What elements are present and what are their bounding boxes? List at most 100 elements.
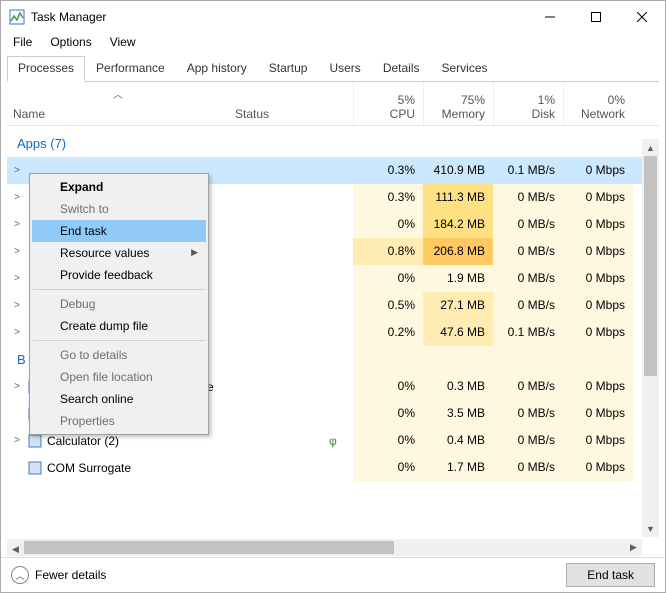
window-controls xyxy=(527,1,665,32)
ctx-resource-values[interactable]: Resource values▶ xyxy=(32,242,206,264)
process-name: COM Surrogate xyxy=(47,461,131,475)
metric-cell: 0 Mbps xyxy=(563,454,633,481)
col-disk-header[interactable]: 1%Disk xyxy=(493,82,563,125)
expand-icon[interactable]: > xyxy=(11,327,23,338)
horizontal-scrollbar[interactable]: ◀ ▶ xyxy=(7,539,642,556)
metric-cell: 0.2% xyxy=(353,319,423,346)
scroll-left-icon[interactable]: ◀ xyxy=(7,541,24,558)
ctx-switch-to: Switch to xyxy=(32,198,206,220)
scroll-up-icon[interactable]: ▲ xyxy=(642,139,659,156)
metric-cell: 0% xyxy=(353,400,423,427)
title-bar: Task Manager xyxy=(1,1,665,32)
metric-cell: 0% xyxy=(353,373,423,400)
tab-processes[interactable]: Processes xyxy=(7,56,85,82)
tab-services[interactable]: Services xyxy=(431,56,499,81)
tab-details[interactable]: Details xyxy=(372,56,431,81)
expand-icon[interactable]: > xyxy=(11,435,23,446)
metric-cell: 0.3% xyxy=(353,157,423,184)
tab-app-history[interactable]: App history xyxy=(176,56,258,81)
ctx-end-task[interactable]: End task xyxy=(32,220,206,242)
metric-cell: 1.7 MB xyxy=(423,454,493,481)
col-network-header[interactable]: 0%Network xyxy=(563,82,633,125)
bottom-bar: ︿ Fewer details End task xyxy=(1,557,665,592)
metric-cell: 0.5% xyxy=(353,292,423,319)
ctx-open-file-location: Open file location xyxy=(32,366,206,388)
ctx-separator xyxy=(33,340,205,341)
expand-icon[interactable]: > xyxy=(11,192,23,203)
metric-cell: 0% xyxy=(353,265,423,292)
ctx-go-to-details: Go to details xyxy=(32,344,206,366)
close-button[interactable] xyxy=(619,1,665,32)
metric-cell: 0 MB/s xyxy=(493,454,563,481)
metric-cell: 0 Mbps xyxy=(563,184,633,211)
expand-icon[interactable]: > xyxy=(11,300,23,311)
chevron-up-icon: ︿ xyxy=(11,566,29,584)
metric-cell: 0 MB/s xyxy=(493,211,563,238)
end-task-button[interactable]: End task xyxy=(566,563,655,587)
ctx-debug: Debug xyxy=(32,293,206,315)
mem-pct: 75% xyxy=(461,93,485,107)
fewer-details-button[interactable]: ︿ Fewer details xyxy=(11,566,566,584)
metric-cell: 206.8 MB xyxy=(423,238,493,265)
column-headers: ︿ Name Status 5%CPU 75%Memory 1%Disk 0%N… xyxy=(7,82,659,126)
ctx-separator xyxy=(33,289,205,290)
metric-cell: 0 Mbps xyxy=(563,400,633,427)
metric-cell: 0% xyxy=(353,454,423,481)
col-cpu-header[interactable]: 5%CPU xyxy=(353,82,423,125)
metric-cell: 0 Mbps xyxy=(563,373,633,400)
leaf-icon: φ xyxy=(329,434,337,448)
metric-cell: 0 MB/s xyxy=(493,292,563,319)
col-status-label: Status xyxy=(235,107,269,121)
expand-icon[interactable]: > xyxy=(11,246,23,257)
metric-cell: 47.6 MB xyxy=(423,319,493,346)
section-background-label: B xyxy=(17,352,26,367)
metric-cell: 0 Mbps xyxy=(563,238,633,265)
section-apps[interactable]: Apps (7) xyxy=(7,126,659,157)
ctx-provide-feedback[interactable]: Provide feedback xyxy=(32,264,206,286)
ctx-create-dump[interactable]: Create dump file xyxy=(32,315,206,337)
metric-cell: 0 MB/s xyxy=(493,184,563,211)
minimize-button[interactable] xyxy=(527,1,573,32)
scroll-right-icon[interactable]: ▶ xyxy=(625,539,642,556)
metric-cell: 0.1 MB/s xyxy=(493,319,563,346)
menu-file[interactable]: File xyxy=(5,33,40,51)
expand-icon[interactable]: > xyxy=(11,273,23,284)
cpu-pct: 5% xyxy=(398,93,415,107)
vertical-scrollbar[interactable]: ▲ ▼ xyxy=(642,139,659,537)
tab-startup[interactable]: Startup xyxy=(258,56,319,81)
expand-icon[interactable]: > xyxy=(11,165,23,176)
metric-cell: 0.3% xyxy=(353,184,423,211)
expand-icon[interactable]: > xyxy=(11,381,23,392)
metric-cell: 0 Mbps xyxy=(563,265,633,292)
metric-cell: 3.5 MB xyxy=(423,400,493,427)
metric-cell: 0 Mbps xyxy=(563,211,633,238)
tab-performance[interactable]: Performance xyxy=(85,56,176,81)
metric-cell: 0.4 MB xyxy=(423,427,493,454)
metric-cell: 0 MB/s xyxy=(493,373,563,400)
metric-cell: 0.1 MB/s xyxy=(493,157,563,184)
ctx-expand[interactable]: Expand xyxy=(32,176,206,198)
col-name-header[interactable]: ︿ Name xyxy=(7,82,229,125)
maximize-button[interactable] xyxy=(573,1,619,32)
metric-cell: 0.8% xyxy=(353,238,423,265)
col-cpu-label: CPU xyxy=(390,107,415,121)
metric-cell: 0% xyxy=(353,211,423,238)
col-status-header[interactable]: Status xyxy=(229,82,353,125)
scroll-down-icon[interactable]: ▼ xyxy=(642,520,659,537)
table-row[interactable]: COM Surrogate 0%1.7 MB0 MB/s0 Mbps xyxy=(7,454,659,481)
metric-cell: 0.3 MB xyxy=(423,373,493,400)
app-icon xyxy=(9,9,25,25)
scroll-thumb-h[interactable] xyxy=(24,541,394,554)
scroll-thumb[interactable] xyxy=(644,156,657,376)
tab-strip: Processes Performance App history Startu… xyxy=(7,56,659,82)
ctx-search-online[interactable]: Search online xyxy=(32,388,206,410)
metric-cell: 0 MB/s xyxy=(493,265,563,292)
ctx-resource-values-label: Resource values xyxy=(60,246,149,260)
menu-options[interactable]: Options xyxy=(42,33,99,51)
menu-view[interactable]: View xyxy=(102,33,144,51)
ctx-properties: Properties xyxy=(32,410,206,432)
tab-users[interactable]: Users xyxy=(318,56,371,81)
col-memory-header[interactable]: 75%Memory xyxy=(423,82,493,125)
col-network-label: Network xyxy=(581,107,625,121)
expand-icon[interactable]: > xyxy=(11,219,23,230)
